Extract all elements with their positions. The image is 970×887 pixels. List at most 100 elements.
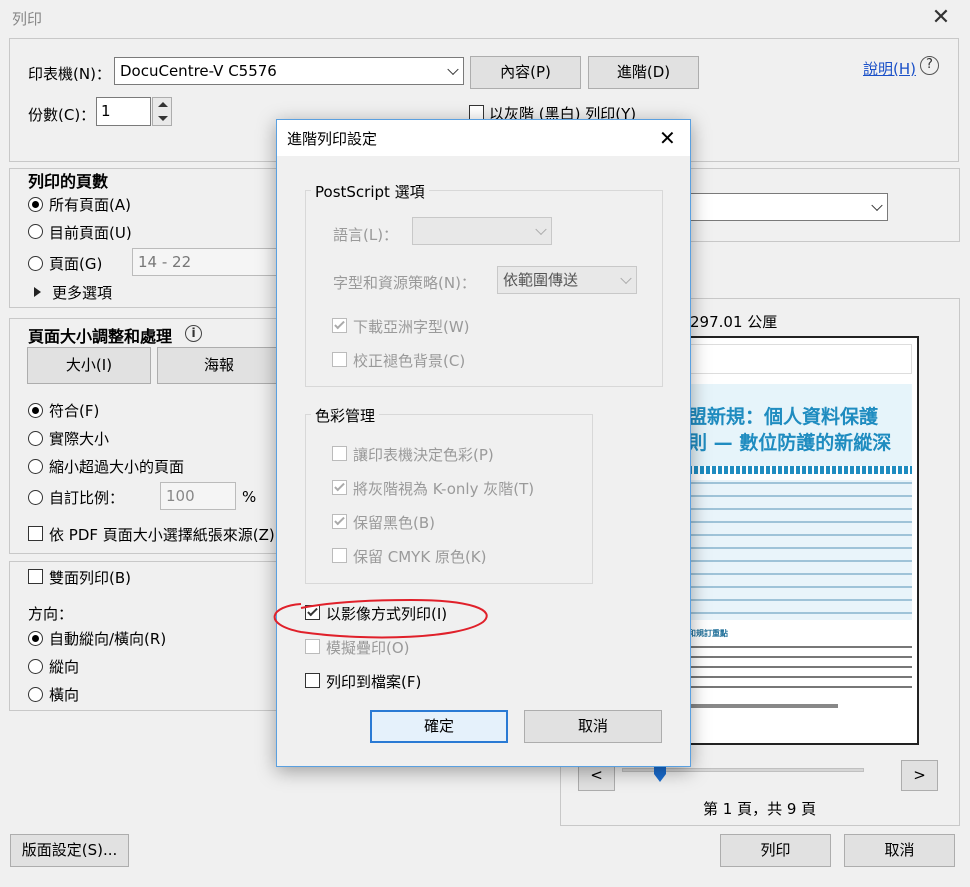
doc-body-text <box>688 643 912 691</box>
help-link[interactable]: 說明(H) <box>863 58 916 79</box>
keep-cmyk-checkbox[interactable] <box>332 548 347 563</box>
dialog-cancel-button[interactable]: 取消 <box>524 710 662 743</box>
page-setup-button[interactable]: 版面設定(S)... <box>10 834 129 867</box>
page-range-radio[interactable] <box>28 256 43 271</box>
copies-value: 1 <box>101 102 111 120</box>
pdf-source-checkbox[interactable] <box>28 526 43 541</box>
chevron-down-icon <box>871 199 883 212</box>
correct-bg-label: 校正褪色背景(C) <box>353 352 466 370</box>
cancel-button[interactable]: 取消 <box>844 834 955 867</box>
help-icon[interactable]: ? <box>920 56 939 75</box>
next-page-button[interactable]: > <box>901 760 938 791</box>
download-fonts-label: 下載亞洲字型(W) <box>353 318 470 336</box>
printer-select[interactable]: DocuCentre-V C5576 <box>114 57 464 85</box>
page-info-text: 第 1 頁，共 9 頁 <box>703 800 817 818</box>
printer-color-label: 讓印表機決定色彩(P) <box>353 446 494 464</box>
font-policy-value: 依範圍傳送 <box>503 271 579 289</box>
correct-bg-checkbox[interactable] <box>332 352 347 367</box>
size-button[interactable]: 大小(I) <box>27 347 151 384</box>
printer-label: 印表機(N)： <box>28 65 111 83</box>
copies-label: 份數(C)： <box>28 106 96 124</box>
chevron-down-icon <box>535 223 547 236</box>
stepper-up-icon[interactable] <box>158 102 168 107</box>
page-range-label: 頁面(G) <box>49 255 103 273</box>
advanced-dialog: 進階列印設定 ✕ PostScript 選項 語言(L)： 字型和資源策略(N)… <box>273 119 691 767</box>
current-page-label: 目前頁面(U) <box>49 224 132 242</box>
color-group-title: 色彩管理 <box>311 405 380 426</box>
copies-input[interactable]: 1 <box>96 97 151 126</box>
landscape-label: 橫向 <box>49 686 80 704</box>
printer-select-value: DocuCentre-V C5576 <box>120 62 277 80</box>
pdf-source-label: 依 PDF 頁面大小選擇紙張來源(Z) <box>49 526 275 544</box>
actual-size-label: 實際大小 <box>49 430 110 448</box>
checkmark-icon <box>334 514 345 526</box>
gray-k-only-label: 將灰階視為 K-only 灰階(T) <box>353 480 535 498</box>
keep-black-checkbox[interactable] <box>332 514 347 529</box>
doc-text-area <box>688 480 912 620</box>
checkmark-icon <box>334 480 345 492</box>
duplex-label: 雙面列印(B) <box>49 569 131 587</box>
printer-color-checkbox[interactable] <box>332 446 347 461</box>
red-annotation-ellipse <box>273 598 488 639</box>
grayscale-checkbox[interactable] <box>469 105 484 120</box>
keep-cmyk-label: 保留 CMYK 原色(K) <box>353 548 487 566</box>
chevron-down-icon <box>447 63 459 76</box>
page-range-input[interactable]: 14 - 22 <box>132 248 282 276</box>
keep-black-label: 保留黑色(B) <box>353 514 435 532</box>
doc-title-line2: 則 — 數位防護的新縱深 <box>688 432 892 454</box>
download-fonts-checkbox[interactable] <box>332 318 347 333</box>
properties-button[interactable]: 內容(P) <box>470 56 581 89</box>
dialog-close-icon[interactable]: ✕ <box>659 126 676 150</box>
simulate-overprint-checkbox[interactable] <box>305 639 320 654</box>
portrait-label: 縱向 <box>49 658 80 676</box>
window-title: 列印 <box>12 10 43 28</box>
print-button[interactable]: 列印 <box>720 834 831 867</box>
advanced-button[interactable]: 進階(D) <box>588 56 699 89</box>
stepper-down-icon[interactable] <box>158 116 168 121</box>
doc-title-line1: 盟新規：個人資料保護 <box>688 406 879 428</box>
dialog-ok-button[interactable]: 確定 <box>370 710 508 743</box>
checkmark-icon <box>334 318 345 330</box>
percent-label: % <box>242 488 257 506</box>
gray-k-only-checkbox[interactable] <box>332 480 347 495</box>
fit-label: 符合(F) <box>49 402 100 420</box>
language-label: 語言(L)： <box>333 226 399 244</box>
auto-orientation-label: 自動縱向/橫向(R) <box>49 630 167 648</box>
current-page-radio[interactable] <box>28 224 43 239</box>
poster-button[interactable]: 海報 <box>157 347 281 384</box>
preview-size-text: 297.01 公厘 <box>690 313 778 331</box>
orientation-title: 方向： <box>28 605 74 623</box>
shrink-radio[interactable] <box>28 459 43 474</box>
font-policy-select[interactable]: 依範圍傳送 <box>497 266 637 294</box>
doc-pattern-band <box>688 466 912 474</box>
duplex-checkbox[interactable] <box>28 569 43 584</box>
window-close-icon[interactable]: ✕ <box>928 6 954 32</box>
all-pages-radio[interactable] <box>28 197 43 212</box>
doc-header-box <box>688 344 912 374</box>
pages-title: 列印的頁數 <box>28 172 109 191</box>
postscript-group-title: PostScript 選項 <box>311 181 429 202</box>
more-options-label[interactable]: 更多選項 <box>52 282 112 303</box>
doc-section-heading: 和規訂重點 <box>688 629 728 638</box>
custom-scale-input[interactable]: 100 <box>160 482 236 510</box>
all-pages-label: 所有頁面(A) <box>49 196 131 214</box>
custom-scale-radio[interactable] <box>28 490 43 505</box>
dialog-title: 進階列印設定 <box>287 130 378 148</box>
language-select[interactable] <box>412 217 552 245</box>
landscape-radio[interactable] <box>28 687 43 702</box>
fit-radio[interactable] <box>28 403 43 418</box>
doc-footer-text <box>688 704 838 708</box>
print-to-file-checkbox[interactable] <box>305 673 320 688</box>
simulate-overprint-label: 模擬疊印(O) <box>326 639 410 657</box>
custom-scale-label: 自訂比例： <box>49 489 125 507</box>
print-to-file-label: 列印到檔案(F) <box>326 673 422 691</box>
comments-select[interactable] <box>686 193 888 221</box>
auto-orientation-radio[interactable] <box>28 631 43 646</box>
info-icon[interactable]: i <box>185 325 202 342</box>
portrait-radio[interactable] <box>28 659 43 674</box>
copies-stepper[interactable] <box>152 97 172 126</box>
expand-triangle-icon[interactable] <box>34 287 41 297</box>
actual-size-radio[interactable] <box>28 431 43 446</box>
shrink-label: 縮小超過大小的頁面 <box>49 458 185 476</box>
sizing-title: 頁面大小調整和處理 <box>28 327 173 346</box>
